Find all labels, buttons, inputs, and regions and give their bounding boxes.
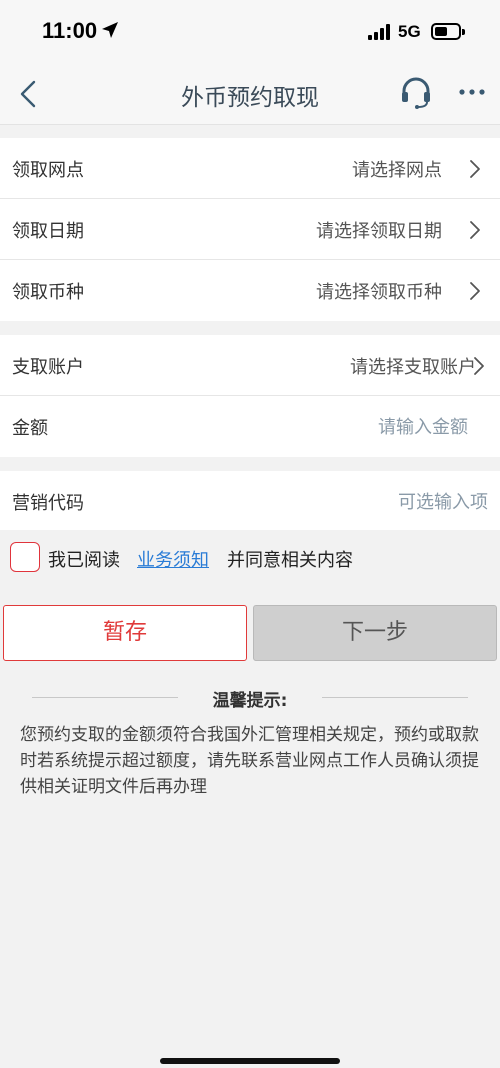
pickup-branch-label: 领取网点	[12, 160, 84, 181]
amount-row: 金额	[0, 396, 500, 457]
chevron-right-icon	[470, 282, 480, 300]
agreement-prefix: 我已阅读	[48, 550, 120, 571]
chevron-right-icon	[470, 160, 480, 178]
marketing-group: 营销代码	[0, 471, 500, 532]
pickup-date-label: 领取日期	[12, 221, 84, 242]
agreement-row: 我已阅读 业务须知 并同意相关内容	[0, 530, 500, 586]
amount-label: 金额	[12, 418, 48, 439]
marketing-code-label: 营销代码	[12, 493, 84, 514]
agreement-checkbox[interactable]	[10, 542, 40, 572]
amount-input[interactable]	[246, 410, 470, 444]
nav-bar: 外币预约取现	[0, 62, 500, 125]
pickup-branch-value: 请选择网点	[352, 160, 442, 181]
network-label: 5G	[398, 22, 421, 41]
next-step-button[interactable]: 下一步	[253, 605, 497, 661]
chevron-right-icon	[470, 221, 480, 239]
battery-tip	[462, 29, 465, 35]
pickup-branch-row[interactable]: 领取网点 请选择网点	[0, 138, 500, 199]
signal-icon	[368, 24, 390, 40]
withdraw-account-value: 请选择支取账户	[350, 357, 476, 378]
business-notice-link[interactable]: 业务须知	[137, 546, 209, 572]
withdraw-account-row[interactable]: 支取账户 请选择支取账户	[0, 335, 500, 396]
marketing-code-input[interactable]	[266, 485, 490, 519]
withdraw-account-label: 支取账户	[12, 357, 84, 378]
marketing-code-row: 营销代码	[0, 471, 500, 532]
home-indicator[interactable]	[160, 1058, 340, 1064]
pickup-date-value: 请选择领取日期	[316, 221, 442, 242]
tips-title: 温馨提示:	[212, 691, 288, 711]
save-draft-button[interactable]: 暂存	[3, 605, 247, 661]
account-group: 支取账户 请选择支取账户 金额	[0, 335, 500, 457]
tips-body: 您预约支取的金额须符合我国外汇管理相关规定，预约或取款时若系统提示超过额度，请先…	[20, 725, 479, 797]
pickup-currency-row[interactable]: 领取币种 请选择领取币种	[0, 260, 500, 321]
pickup-currency-value: 请选择领取币种	[316, 282, 442, 303]
tips-divider-right	[322, 697, 468, 698]
headset-icon[interactable]	[398, 74, 434, 110]
chevron-right-icon	[474, 357, 484, 375]
agreement-suffix: 并同意相关内容	[227, 550, 353, 571]
status-bar: 11:00 5G	[0, 0, 500, 62]
pickup-date-row[interactable]: 领取日期 请选择领取日期	[0, 199, 500, 260]
location-arrow-icon	[102, 22, 118, 38]
more-dots-icon[interactable]	[454, 74, 490, 110]
battery-icon	[431, 23, 461, 40]
pickup-currency-label: 领取币种	[12, 282, 84, 303]
pickup-options-group: 领取网点 请选择网点 领取日期 请选择领取日期 领取币种 请选择领取币种	[0, 138, 500, 321]
status-time: 11:00	[42, 18, 98, 43]
